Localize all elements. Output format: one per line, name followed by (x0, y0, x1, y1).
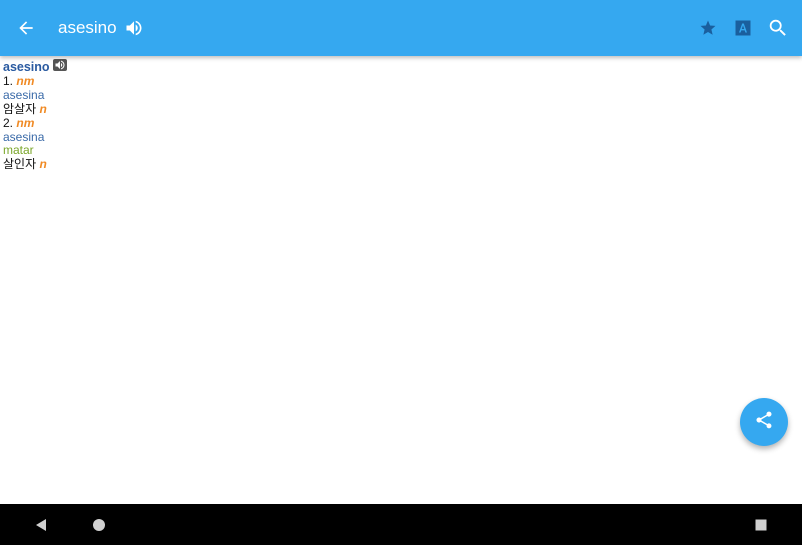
translate-icon[interactable] (725, 10, 761, 46)
related-word-row: asesina (3, 88, 783, 103)
recents-square-icon[interactable] (748, 512, 774, 538)
translation-row: 살인자 n (3, 157, 783, 172)
sense-number: 1. (3, 73, 14, 88)
back-arrow-icon[interactable] (8, 10, 44, 46)
share-button[interactable] (740, 398, 788, 446)
sense-header: 2. nm (3, 115, 783, 131)
speaker-icon[interactable] (52, 58, 67, 71)
related-verb-link[interactable]: matar (3, 143, 34, 157)
page-title: asesino (58, 18, 117, 37)
app-bar: asesino (0, 0, 802, 56)
back-triangle-icon[interactable] (28, 512, 54, 538)
related-word-link[interactable]: asesina (3, 130, 44, 144)
related-word-row: asesina (3, 130, 783, 145)
headword-row: asesino (3, 58, 783, 75)
sense-header: 1. nm (3, 73, 783, 89)
related-word-link[interactable]: asesina (3, 88, 44, 102)
translation: 살인자 (3, 157, 37, 172)
speaker-icon[interactable] (116, 10, 152, 46)
dictionary-entry: asesino 1. nm asesina 암살자 n 2. nm asesin… (3, 58, 783, 172)
translation: 암살자 (3, 101, 37, 116)
share-icon (754, 410, 774, 435)
headword: asesino (3, 60, 50, 74)
translation-pos: n (39, 101, 47, 116)
part-of-speech: nm (16, 115, 35, 130)
related-word-row: matar (3, 143, 783, 158)
home-circle-icon[interactable] (86, 512, 112, 538)
star-icon[interactable] (690, 10, 726, 46)
translation-row: 암살자 n (3, 101, 783, 117)
part-of-speech: nm (16, 73, 35, 88)
translation-pos: n (39, 157, 47, 172)
sense-number: 2. (3, 115, 14, 130)
search-icon[interactable] (760, 10, 796, 46)
system-nav-bar (0, 504, 802, 545)
